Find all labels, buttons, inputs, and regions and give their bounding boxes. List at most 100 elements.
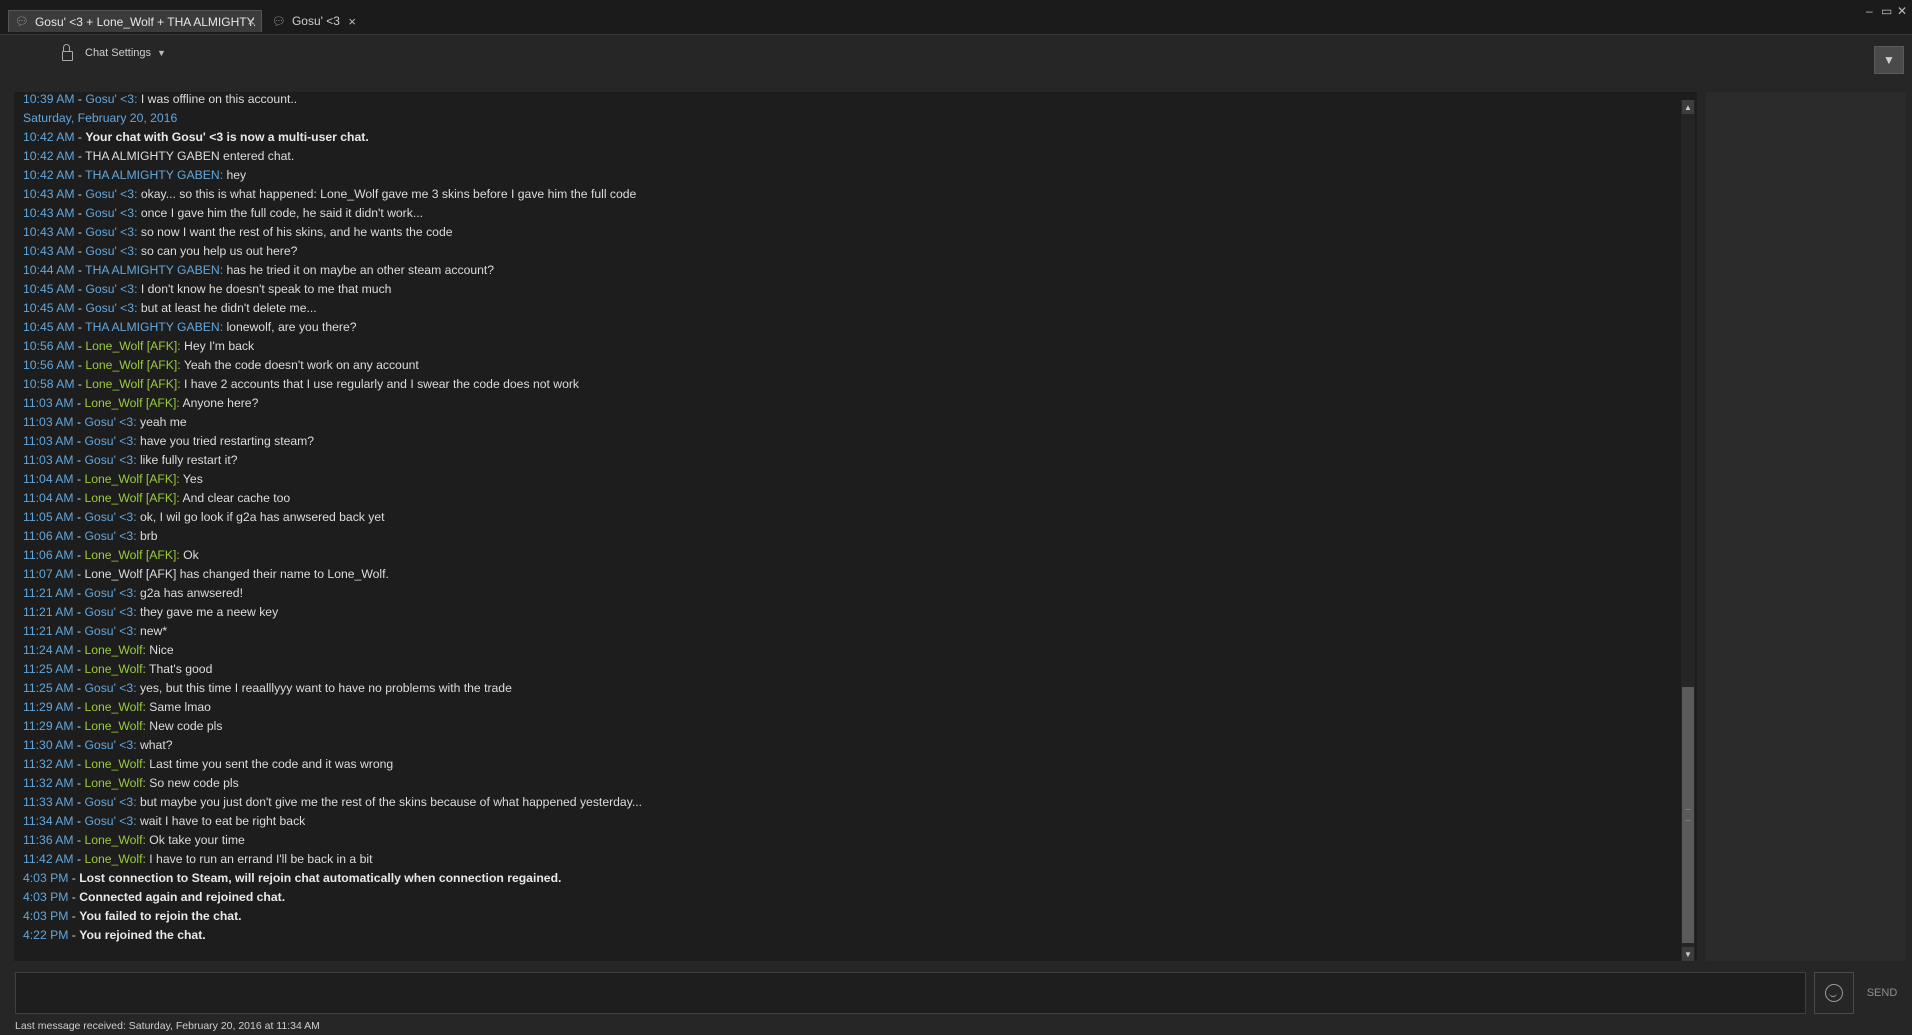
message-sender[interactable]: THA ALMIGHTY GABEN [85, 168, 220, 182]
emoticon-button[interactable] [1814, 972, 1854, 1014]
message-sender[interactable]: Gosu' <3 [84, 453, 133, 467]
chat-message: 11:42 AM - Lone_Wolf: I have to run an e… [23, 852, 373, 866]
message-time: 11:24 AM [23, 643, 74, 657]
message-time: 10:45 AM [23, 301, 75, 315]
lock-icon [62, 44, 73, 61]
message-text: once I gave him the full code, he said i… [140, 206, 423, 220]
message-time: 11:34 AM [23, 814, 74, 828]
message-text: but maybe you just don't give me the res… [139, 795, 643, 809]
chat-log[interactable]: 10:39 AM - Gosu' <3: I was offline on th… [14, 92, 1697, 961]
message-text: I don't know he doesn't speak to me that… [140, 282, 392, 296]
close-icon[interactable]: × [247, 14, 255, 29]
system-message: Your chat with Gosu' <3 is now a multi-u… [85, 130, 369, 144]
message-sender[interactable]: Gosu' <3 [84, 814, 133, 828]
message-time: 11:03 AM [23, 396, 74, 410]
chat-message: 10:56 AM - Lone_Wolf [AFK]: Yeah the cod… [23, 358, 419, 372]
scrollbar-thumb[interactable] [1682, 687, 1694, 943]
sender-separator: : [134, 187, 141, 201]
message-text: Yeah the code doesn't work on any accoun… [183, 358, 419, 372]
message-text: Same lmao [149, 700, 211, 714]
chat-message: 4:03 PM - Lost connection to Steam, will… [23, 871, 562, 885]
message-sender[interactable]: Lone_Wolf [84, 643, 142, 657]
message-sender[interactable]: Gosu' <3 [84, 510, 133, 524]
message-sender[interactable]: Lone_Wolf [84, 833, 142, 847]
sender-separator: : [133, 510, 140, 524]
scroll-down-button[interactable]: ▼ [1682, 947, 1694, 961]
message-sender[interactable]: Lone_Wolf [AFK] [84, 396, 176, 410]
message-sender[interactable]: Lone_Wolf [AFK] [85, 377, 177, 391]
sender-separator: : [133, 795, 140, 809]
message-sender[interactable]: Gosu' <3 [84, 738, 133, 752]
message-sender[interactable]: Gosu' <3 [84, 605, 133, 619]
message-sender[interactable]: Gosu' <3 [85, 92, 134, 106]
sender-separator: : [133, 605, 140, 619]
scroll-up-button[interactable]: ▲ [1682, 100, 1694, 114]
message-text: Nice [149, 643, 174, 657]
message-sender[interactable]: Lone_Wolf [AFK] [84, 491, 176, 505]
message-sender[interactable]: Gosu' <3 [85, 187, 134, 201]
system-message: You failed to rejoin the chat. [79, 909, 242, 923]
chat-settings-button[interactable]: Chat Settings ▼ [62, 44, 166, 62]
message-sender[interactable]: Gosu' <3 [85, 301, 134, 315]
tab-label: Gosu' <3 [291, 14, 340, 28]
close-window-icon[interactable]: ✕ [1897, 4, 1907, 18]
message-sender[interactable]: Lone_Wolf [84, 700, 142, 714]
message-text: what? [139, 738, 173, 752]
message-sender[interactable]: Lone_Wolf [AFK] [85, 358, 177, 372]
panel-dropdown-button[interactable]: ▼ [1874, 46, 1904, 74]
chevron-down-icon: ▼ [1883, 53, 1895, 67]
tab-gosu[interactable]: 💬︎ Gosu' <3 × [266, 10, 362, 32]
tab-group-chat[interactable]: 💬︎ Gosu' <3 + Lone_Wolf + THA ALMIGHTY..… [8, 10, 262, 32]
chat-message: 11:33 AM - Gosu' <3: but maybe you just … [23, 795, 643, 809]
message-time: 4:03 PM [23, 890, 69, 904]
message-sender[interactable]: Lone_Wolf [84, 757, 142, 771]
message-sender[interactable]: Lone_Wolf [84, 776, 142, 790]
message-time: 10:43 AM [23, 225, 75, 239]
message-sender[interactable]: Gosu' <3 [84, 415, 133, 429]
message-sender[interactable]: Gosu' <3 [84, 586, 133, 600]
message-time: 11:04 AM [23, 472, 74, 486]
message-text: they gave me a neew key [139, 605, 279, 619]
chat-message: 11:25 AM - Lone_Wolf: That's good [23, 662, 213, 676]
send-button[interactable]: SEND [1860, 972, 1904, 1014]
message-sender[interactable]: Gosu' <3 [84, 624, 133, 638]
message-time: 11:29 AM [23, 700, 74, 714]
message-text: I have 2 accounts that I use regularly a… [184, 377, 580, 391]
message-sender[interactable]: Gosu' <3 [85, 206, 134, 220]
chat-bubbles-icon: 💬︎ [15, 16, 29, 28]
grip-icon [1685, 809, 1691, 821]
message-sender[interactable]: Gosu' <3 [84, 529, 133, 543]
close-icon[interactable]: × [348, 14, 356, 29]
chat-message: 4:22 PM - You rejoined the chat. [23, 928, 206, 942]
message-sender[interactable]: Gosu' <3 [84, 795, 133, 809]
chat-message: 10:42 AM - THA ALMIGHTY GABEN entered ch… [23, 149, 295, 163]
message-text: Ok take your time [149, 833, 245, 847]
message-time: 10:44 AM [23, 263, 75, 277]
message-sender[interactable]: Gosu' <3 [84, 681, 133, 695]
sender-separator: : [134, 282, 141, 296]
message-sender[interactable]: Lone_Wolf [AFK] [84, 472, 176, 486]
message-text: brb [139, 529, 158, 543]
message-text: so now I want the rest of his skins, and… [140, 225, 453, 239]
message-sender[interactable]: THA ALMIGHTY GABEN [85, 320, 220, 334]
message-text: Yes [182, 472, 203, 486]
message-sender[interactable]: Lone_Wolf [84, 852, 142, 866]
message-text: but at least he didn't delete me... [140, 301, 317, 315]
message-sender[interactable]: Gosu' <3 [84, 434, 133, 448]
chat-message: 11:04 AM - Lone_Wolf [AFK]: And clear ca… [23, 491, 291, 505]
message-sender[interactable]: Lone_Wolf [84, 719, 142, 733]
message-sender[interactable]: Gosu' <3 [85, 225, 134, 239]
message-sender[interactable]: Lone_Wolf [AFK] [84, 548, 176, 562]
message-text: So new code pls [149, 776, 239, 790]
message-sender[interactable]: Gosu' <3 [85, 244, 134, 258]
maximize-icon[interactable]: ▭ [1881, 4, 1892, 18]
minimize-icon[interactable]: – [1866, 4, 1873, 18]
message-time: 11:29 AM [23, 719, 74, 733]
last-message-status: Last message received: Saturday, Februar… [15, 1020, 320, 1032]
message-sender[interactable]: Gosu' <3 [85, 282, 134, 296]
message-text: have you tried restarting steam? [139, 434, 315, 448]
message-input[interactable] [15, 972, 1806, 1014]
message-sender[interactable]: Lone_Wolf [AFK] [85, 339, 177, 353]
message-sender[interactable]: THA ALMIGHTY GABEN [85, 263, 220, 277]
message-sender[interactable]: Lone_Wolf [84, 662, 142, 676]
